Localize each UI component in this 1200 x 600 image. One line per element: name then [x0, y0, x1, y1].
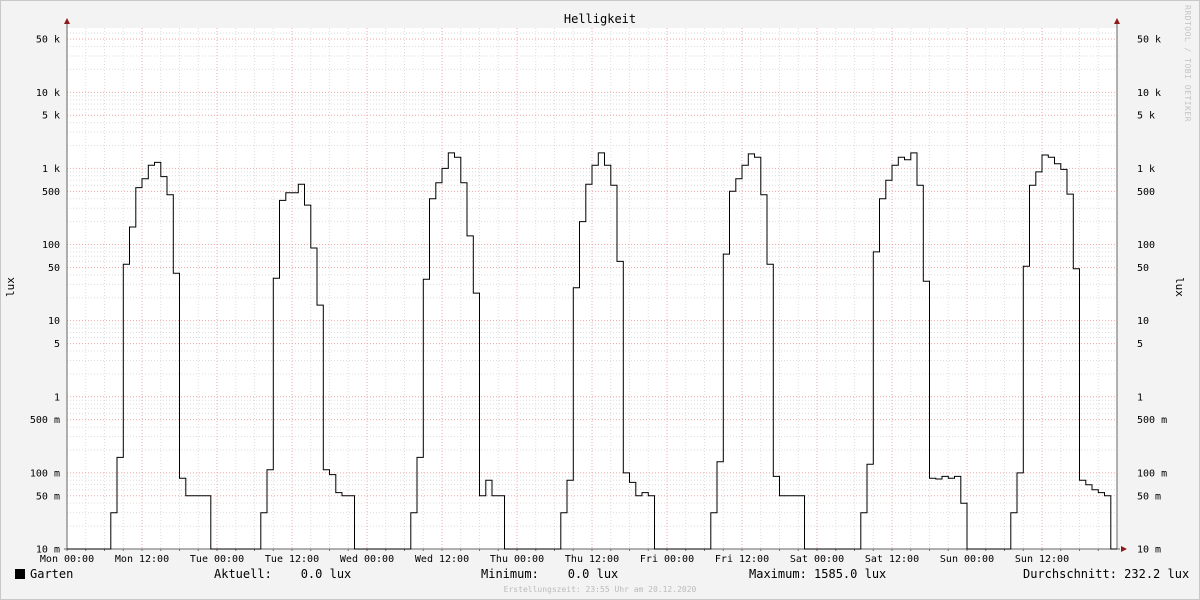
- x-tick-label: Wed 12:00: [415, 554, 469, 565]
- y-tick-label-right: 50: [1137, 263, 1149, 274]
- y-tick-label-left: 100 m: [30, 468, 60, 479]
- y-tick-label-right: 5: [1137, 339, 1143, 350]
- y-tick-label-right: 100 m: [1137, 468, 1167, 479]
- x-tick-label: Thu 12:00: [565, 554, 619, 565]
- x-tick-label: Sun 00:00: [940, 554, 994, 565]
- x-tick-label: Wed 00:00: [340, 554, 394, 565]
- footer-timestamp: Erstellungszeit: 23:55 Uhr am 20.12.2020: [503, 585, 697, 594]
- x-tick-label: Fri 12:00: [715, 554, 769, 565]
- x-tick-label: Tue 12:00: [265, 554, 319, 565]
- y-tick-label-right: 10 m: [1137, 545, 1161, 556]
- y-tick-label-left: 10 k: [36, 88, 60, 99]
- legend-row: Garten Aktuell: 0.0 lux Minimum: 0.0 lux…: [0, 567, 1200, 585]
- chart-title: Helligkeit: [564, 12, 636, 26]
- stat-aktuell: Aktuell: 0.0 lux: [214, 567, 352, 581]
- x-tick-label: Sat 00:00: [790, 554, 844, 565]
- y-tick-label-left: 500: [42, 187, 60, 198]
- y-tick-label-left: 10: [48, 316, 60, 327]
- y-tick-label-right: 100: [1137, 240, 1155, 251]
- legend-swatch: [15, 569, 25, 579]
- x-tick-label: Tue 00:00: [190, 554, 244, 565]
- y-tick-label-right: 10: [1137, 316, 1149, 327]
- x-tick-label: Mon 12:00: [115, 554, 169, 565]
- y-tick-label-left: 500 m: [30, 415, 60, 426]
- y-tick-label-right: 50 m: [1137, 491, 1161, 502]
- y-tick-label-right: 1: [1137, 392, 1143, 403]
- x-tick-label: Sun 12:00: [1015, 554, 1069, 565]
- y-axis-label-left: lux: [4, 277, 17, 297]
- y-tick-label-left: 50 k: [36, 35, 60, 46]
- y-tick-label-left: 50: [48, 263, 60, 274]
- y-tick-label-left: 5: [54, 339, 60, 350]
- x-tick-label: Thu 00:00: [490, 554, 544, 565]
- y-tick-label-right: 500: [1137, 187, 1155, 198]
- y-tick-label-right: 1 k: [1137, 164, 1155, 175]
- y-tick-label-right: 10 k: [1137, 88, 1161, 99]
- y-tick-label-left: 10 m: [36, 545, 60, 556]
- y-tick-label-right: 5 k: [1137, 111, 1155, 122]
- stat-minimum: Minimum: 0.0 lux: [481, 567, 619, 581]
- y-tick-label-left: 1 k: [42, 164, 60, 175]
- x-tick-label: Sat 12:00: [865, 554, 919, 565]
- x-tick-label: Mon 00:00: [40, 554, 94, 565]
- y-tick-label-right: 50 k: [1137, 35, 1161, 46]
- y-axis-arrow-right: [1114, 18, 1120, 24]
- stat-durchschnitt: Durchschnitt: 232.2 lux: [1023, 567, 1190, 581]
- y-tick-label-left: 1: [54, 392, 60, 403]
- y-tick-label-right: 500 m: [1137, 415, 1167, 426]
- y-axis-arrow-left: [64, 18, 70, 24]
- grid: [67, 28, 1117, 549]
- x-tick-label: Fri 00:00: [640, 554, 694, 565]
- stat-maximum: Maximum: 1585.0 lux: [749, 567, 887, 581]
- y-tick-label-left: 100: [42, 240, 60, 251]
- x-axis-arrow: [1121, 546, 1127, 552]
- y-tick-label-left: 50 m: [36, 491, 60, 502]
- y-tick-label-left: 5 k: [42, 111, 60, 122]
- legend-series-name: Garten: [30, 567, 74, 581]
- chart-canvas: Helligkeit lux lux Mon 00:00 Mon 12:00 Tue…: [4, 12, 1186, 565]
- y-axis-label-right: lux: [1173, 277, 1186, 297]
- watermark: RRDTOOL / TOBI OETIKER: [1183, 5, 1192, 122]
